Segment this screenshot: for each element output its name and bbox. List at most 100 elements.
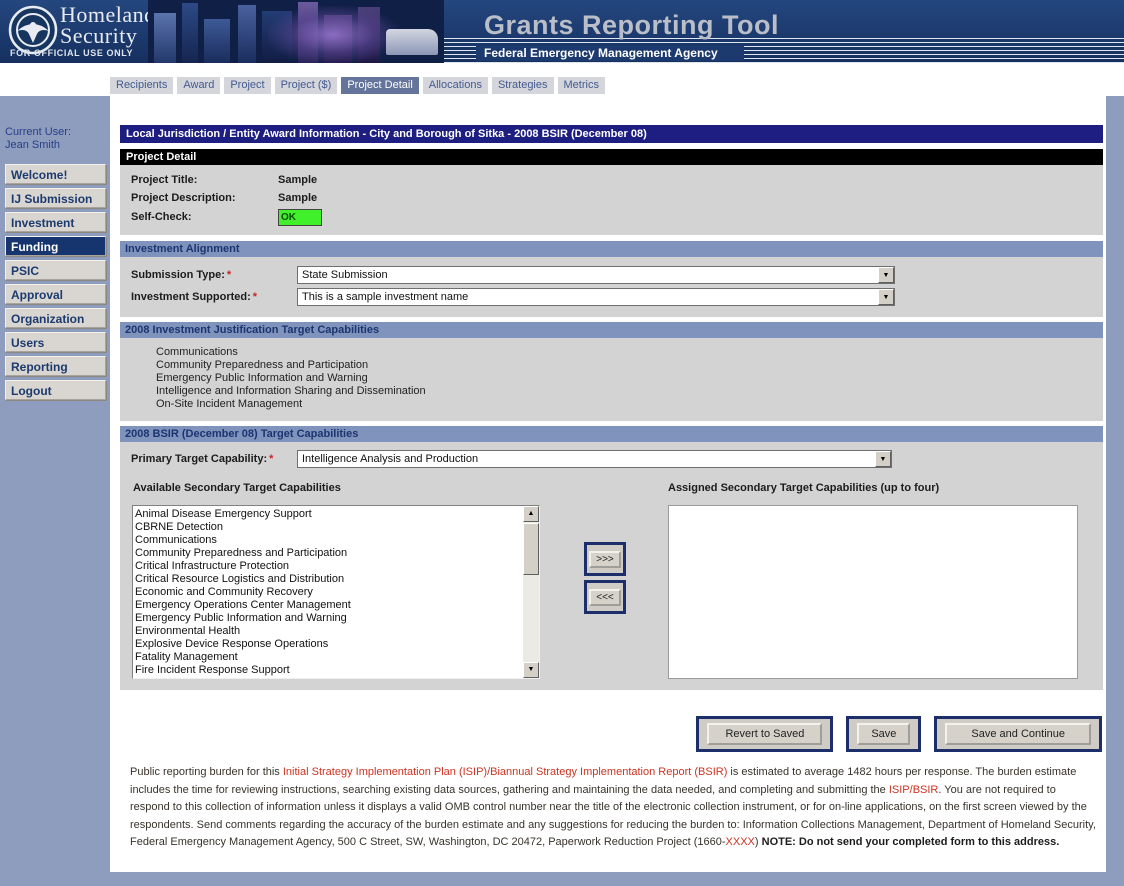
save-continue-button-frame: Save and Continue [934,716,1102,752]
listbox-option[interactable]: Animal Disease Emergency Support [135,508,521,521]
listbox-option[interactable]: Communications [135,534,521,547]
listbox-option[interactable]: Emergency Public Information and Warning [135,612,521,625]
required-asterisk: * [253,291,257,303]
submission-type-select[interactable]: State Submission ▼ [297,266,895,284]
listbox-option[interactable]: Community Preparedness and Participation [135,547,521,560]
sidebar-item-organization[interactable]: Organization [5,308,106,328]
fouo-label: FOR OFFICIAL USE ONLY [10,48,133,58]
sidebar-nav: Current User: Jean Smith Welcome! IJ Sub… [5,126,106,404]
project-description-value: Sample [278,192,317,204]
move-right-button-frame: >>> [584,542,626,576]
sidebar-item-ij-submission[interactable]: IJ Submission [5,188,106,208]
listbox-option[interactable]: Critical Infrastructure Protection [135,560,521,573]
primary-target-capability-select[interactable]: Intelligence Analysis and Production ▼ [297,450,892,468]
scroll-down-icon[interactable]: ▼ [523,662,539,678]
sidebar-item-reporting[interactable]: Reporting [5,356,106,376]
ij-capability-item: Emergency Public Information and Warning [156,372,1103,385]
main-frame: Local Jurisdiction / Entity Award Inform… [110,96,1106,872]
ij-capability-item: On-Site Incident Management [156,398,1103,411]
listbox-scrollbar[interactable]: ▲ ▼ [523,506,539,678]
burden-text: Public reporting burden for this [130,766,283,778]
sidebar-item-users[interactable]: Users [5,332,106,352]
listbox-option[interactable]: Fatality Management [135,651,521,664]
section-investment-alignment: Investment Alignment Submission Type:* S… [120,241,1103,317]
page-title: Local Jurisdiction / Entity Award Inform… [120,125,1103,143]
burden-statement: Public reporting burden for this Initial… [130,764,1096,852]
tab-project-detail[interactable]: Project Detail [341,77,418,94]
project-title-value: Sample [278,174,317,186]
available-capabilities-listbox[interactable]: Animal Disease Emergency Support CBRNE D… [132,505,540,679]
tab-strategies[interactable]: Strategies [492,77,554,94]
save-button-frame: Save [846,716,921,752]
scrollbar-thumb[interactable] [523,523,539,575]
section-bsir-capabilities: 2008 BSIR (December 08) Target Capabilit… [120,426,1103,690]
sidebar-item-logout[interactable]: Logout [5,380,106,400]
tab-award[interactable]: Award [177,77,220,94]
omb-number-placeholder: XXXX [726,836,755,848]
ij-capability-item: Communications [156,346,1103,359]
sidebar-item-welcome[interactable]: Welcome! [5,164,106,184]
self-check-label: Self-Check: [131,211,278,223]
submission-type-label: Submission Type:* [131,269,297,281]
tab-recipients[interactable]: Recipients [110,77,173,94]
required-asterisk: * [269,453,273,465]
sidebar-item-investment[interactable]: Investment [5,212,106,232]
investment-alignment-header: Investment Alignment [120,241,1103,257]
listbox-option[interactable]: Environmental Health [135,625,521,638]
revert-to-saved-button[interactable]: Revert to Saved [707,723,822,745]
dropdown-arrow-icon[interactable]: ▼ [875,451,891,467]
listbox-option[interactable]: Fire Incident Response Support [135,664,521,677]
save-button[interactable]: Save [857,723,910,745]
required-asterisk: * [227,269,231,281]
tab-project-dollars[interactable]: Project ($) [275,77,338,94]
tab-project[interactable]: Project [224,77,270,94]
project-detail-header: Project Detail [120,149,1103,165]
move-right-button[interactable]: >>> [589,551,621,568]
listbox-option[interactable]: Critical Resource Logistics and Distribu… [135,573,521,586]
project-description-label: Project Description: [131,192,278,204]
scroll-up-icon[interactable]: ▲ [523,506,539,522]
sidebar-item-psic[interactable]: PSIC [5,260,106,280]
assigned-capabilities-label: Assigned Secondary Target Capabilities (… [668,482,939,494]
revert-button-frame: Revert to Saved [696,716,833,752]
primary-target-capability-label: Primary Target Capability:* [131,453,297,465]
app-header: Homeland Security FOR OFFICIAL USE ONLY … [0,0,1124,63]
ambulance-image [386,29,438,55]
current-user: Current User: Jean Smith [5,126,106,152]
dhs-logo-text: Homeland Security [60,4,156,46]
section-project-detail: Project Detail Project Title: Sample Pro… [120,149,1103,235]
assigned-capabilities-listbox[interactable] [668,505,1078,679]
agency-name: Federal Emergency Management Agency [476,45,744,61]
action-button-row: Revert to Saved Save Save and Continue [120,716,1103,752]
save-and-continue-button[interactable]: Save and Continue [945,723,1091,745]
burden-text: ) [755,836,762,848]
ij-capabilities-header: 2008 Investment Justification Target Cap… [120,322,1103,338]
app-title: Grants Reporting Tool [484,10,779,41]
burden-note: NOTE: Do not send your completed form to… [762,836,1060,848]
bsir-capabilities-header: 2008 BSIR (December 08) Target Capabilit… [120,426,1103,442]
listbox-option[interactable]: Emergency Operations Center Management [135,599,521,612]
investment-supported-label: Investment Supported:* [131,291,297,303]
ij-capability-item: Community Preparedness and Participation [156,359,1103,372]
header-skyline-image [148,0,444,63]
tab-metrics[interactable]: Metrics [558,77,605,94]
listbox-option[interactable]: Explosive Device Response Operations [135,638,521,651]
listbox-option[interactable]: CBRNE Detection [135,521,521,534]
move-left-button[interactable]: <<< [589,589,621,606]
investment-supported-select[interactable]: This is a sample investment name ▼ [297,288,895,306]
dropdown-arrow-icon[interactable]: ▼ [878,289,894,305]
isip-bsir-short-link: ISIP/BSIR [889,784,939,796]
section-ij-capabilities: 2008 Investment Justification Target Cap… [120,322,1103,421]
tab-bar: Recipients Award Project Project ($) Pro… [110,77,605,94]
tab-allocations[interactable]: Allocations [423,77,488,94]
listbox-option[interactable]: Economic and Community Recovery [135,586,521,599]
sidebar-item-funding[interactable]: Funding [5,236,106,256]
move-left-button-frame: <<< [584,580,626,614]
available-capabilities-label: Available Secondary Target Capabilities [133,482,341,494]
page-background: Local Jurisdiction / Entity Award Inform… [0,96,1124,886]
dropdown-arrow-icon[interactable]: ▼ [878,267,894,283]
self-check-status: OK [278,209,322,226]
isip-bsir-link: Initial Strategy Implementation Plan (IS… [283,766,728,778]
sidebar-item-approval[interactable]: Approval [5,284,106,304]
ij-capability-item: Intelligence and Information Sharing and… [156,385,1103,398]
